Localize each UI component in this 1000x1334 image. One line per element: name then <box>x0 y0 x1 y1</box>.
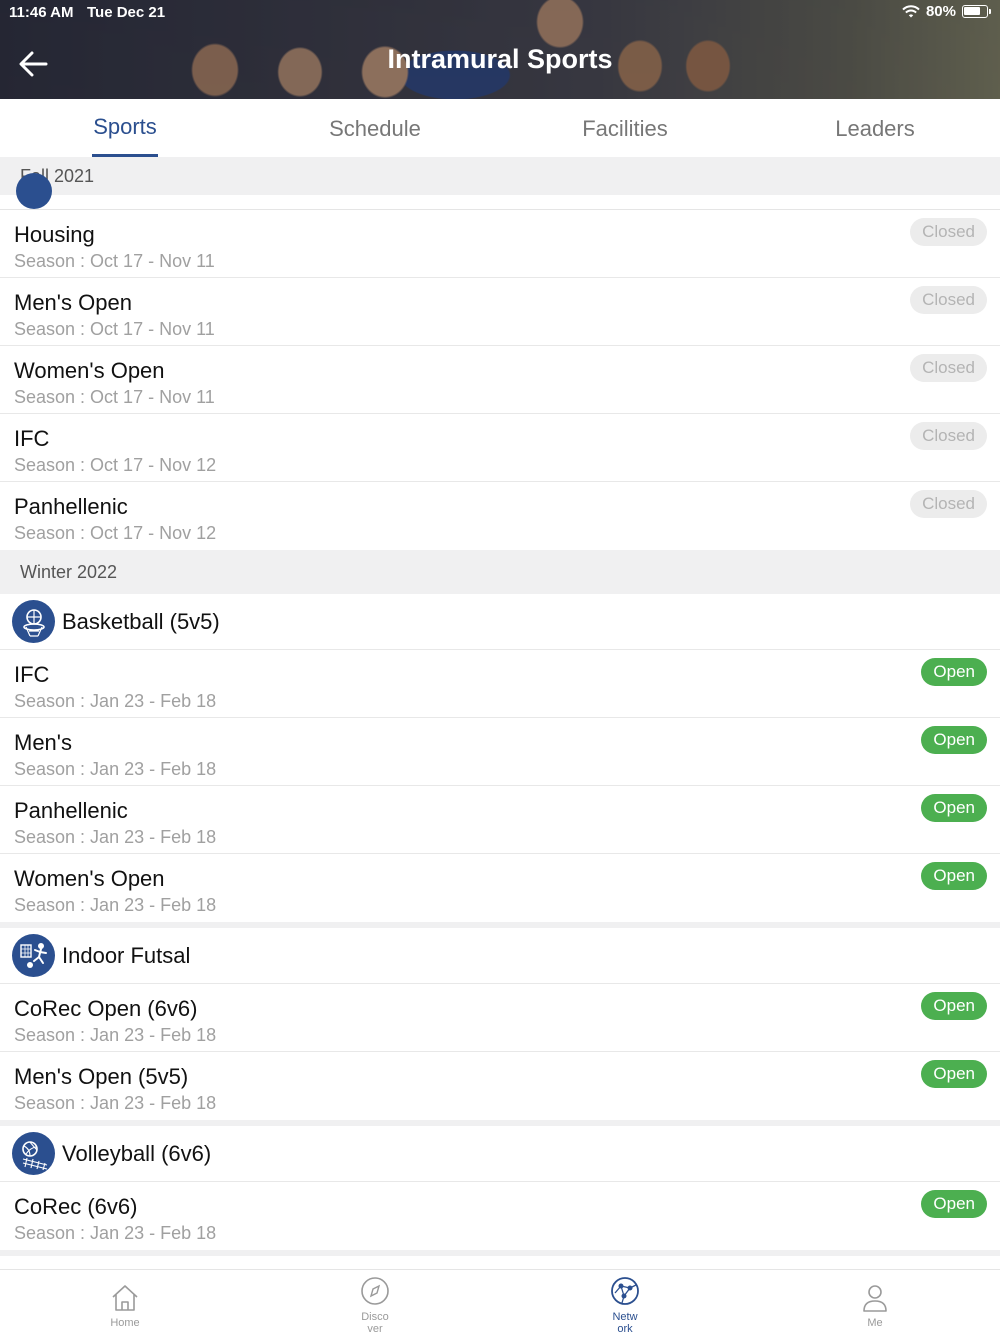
basketball-icon <box>12 600 55 643</box>
bottom-nav: Home Disco ver Netw ork Me <box>0 1269 1000 1334</box>
league-season: Season : Jan 23 - Feb 18 <box>14 691 217 711</box>
tab-label: Leaders <box>835 116 915 141</box>
wifi-icon <box>902 4 920 17</box>
league-name: Panhellenic <box>14 494 128 519</box>
sport-header-indoor-futsal[interactable]: Indoor Futsal <box>0 928 1000 984</box>
status-right: 80% <box>902 3 991 20</box>
status-date: Tue Dec 21 <box>87 4 166 21</box>
league-row[interactable]: Housing Season : Oct 17 - Nov 11 Closed <box>0 210 1000 278</box>
nav-me[interactable]: Me <box>750 1270 1000 1334</box>
tab-label: Sports <box>93 114 157 139</box>
league-row[interactable]: IFC Season : Jan 23 - Feb 18 Open <box>0 650 1000 718</box>
league-season: Season : Oct 17 - Nov 11 <box>14 387 215 407</box>
league-season: Season : Jan 23 - Feb 18 <box>14 759 217 779</box>
battery-percent: 80% <box>925 3 956 20</box>
status-badge: Closed <box>910 422 987 450</box>
league-row[interactable]: CoRec (6v6) Season : Jan 23 - Feb 18 Ope… <box>0 1182 1000 1250</box>
tab-label: Facilities <box>582 116 668 141</box>
league-season: Season : Oct 17 - Nov 11 <box>14 319 215 339</box>
league-name: Women's Open <box>14 358 165 383</box>
compass-icon <box>361 1277 389 1305</box>
status-badge: Open <box>921 862 987 890</box>
nav-label: Me <box>867 1317 883 1329</box>
league-season: Season : Jan 23 - Feb 18 <box>14 827 217 847</box>
sports-list[interactable]: Fall 2021 Housing Season : Oct 17 - Nov … <box>0 157 1000 1269</box>
sport-icon <box>16 173 52 209</box>
league-season: Season : Jan 23 - Feb 18 <box>14 1025 217 1045</box>
league-row[interactable]: Men's Open Season : Oct 17 - Nov 11 Clos… <box>0 278 1000 346</box>
league-row[interactable]: Panhellenic Season : Jan 23 - Feb 18 Ope… <box>0 786 1000 854</box>
league-season: Season : Jan 23 - Feb 18 <box>14 1093 217 1113</box>
league-name: IFC <box>14 662 50 687</box>
volleyball-icon <box>12 1132 55 1175</box>
tab-schedule[interactable]: Schedule <box>250 99 500 157</box>
status-badge: Closed <box>910 286 987 314</box>
person-icon <box>863 1285 887 1312</box>
league-name: Panhellenic <box>14 798 128 823</box>
status-badge: Open <box>921 992 987 1020</box>
league-row[interactable]: Women's Open Season : Oct 17 - Nov 11 Cl… <box>0 346 1000 414</box>
battery-icon <box>962 5 991 18</box>
tab-sports[interactable]: Sports <box>0 99 250 157</box>
status-badge: Open <box>921 658 987 686</box>
sport-header-volleyball[interactable]: Volleyball (6v6) <box>0 1126 1000 1182</box>
status-badge: Closed <box>910 218 987 246</box>
status-badge: Open <box>921 726 987 754</box>
league-season: Season : Oct 17 - Nov 12 <box>14 523 217 543</box>
tab-leaders[interactable]: Leaders <box>750 99 1000 157</box>
league-name: CoRec (6v6) <box>14 1194 138 1219</box>
league-name: Women's Open <box>14 866 165 891</box>
section-header-fall-2021: Fall 2021 <box>0 157 1000 195</box>
header-banner: 11:46 AM Tue Dec 21 80% Intramural Sport… <box>0 0 1000 99</box>
status-badge: Open <box>921 1060 987 1088</box>
sport-header-basketball[interactable]: Basketball (5v5) <box>0 594 1000 650</box>
nav-home[interactable]: Home <box>0 1270 250 1334</box>
status-badge: Open <box>921 794 987 822</box>
status-time: 11:46 AM <box>9 4 74 21</box>
tab-facilities[interactable]: Facilities <box>500 99 750 157</box>
page-title: Intramural Sports <box>387 44 613 74</box>
league-row[interactable]: Panhellenic Season : Oct 17 - Nov 12 Clo… <box>0 482 1000 550</box>
home-icon <box>112 1285 138 1311</box>
nav-discover[interactable]: Disco ver <box>250 1270 500 1334</box>
league-season: Season : Oct 17 - Nov 11 <box>14 251 215 271</box>
network-icon <box>611 1277 639 1305</box>
status-badge: Closed <box>910 490 987 518</box>
league-row[interactable]: Men's Season : Jan 23 - Feb 18 Open <box>0 718 1000 786</box>
league-name: Men's Open <box>14 290 132 315</box>
league-season: Season : Jan 23 - Feb 18 <box>14 895 217 915</box>
league-name: Men's <box>14 730 72 755</box>
league-row[interactable]: IFC Season : Oct 17 - Nov 12 Closed <box>0 414 1000 482</box>
league-name: Housing <box>14 222 95 247</box>
nav-network[interactable]: Netw ork <box>500 1270 750 1334</box>
league-name: IFC <box>14 426 50 451</box>
sport-name: Volleyball (6v6) <box>62 1141 212 1166</box>
league-season: Season : Jan 23 - Feb 18 <box>14 1223 217 1243</box>
league-row[interactable]: CoRec Open (6v6) Season : Jan 23 - Feb 1… <box>0 984 1000 1052</box>
league-name: Men's Open (5v5) <box>14 1064 189 1089</box>
status-badge: Open <box>921 1190 987 1218</box>
tab-bar: Sports Schedule Facilities Leaders <box>0 99 1000 157</box>
league-season: Season : Oct 17 - Nov 12 <box>14 455 217 475</box>
league-row[interactable]: Women's Open Season : Jan 23 - Feb 18 Op… <box>0 854 1000 922</box>
nav-label: Disco ver <box>361 1311 389 1334</box>
group-divider <box>0 1250 1000 1256</box>
sport-name: Indoor Futsal <box>62 943 191 968</box>
sport-name: Basketball (5v5) <box>62 609 220 634</box>
nav-label: Netw ork <box>612 1311 638 1334</box>
partial-sport-header <box>0 173 1000 210</box>
league-name: CoRec Open (6v6) <box>14 996 198 1021</box>
league-row[interactable]: Men's Open (5v5) Season : Jan 23 - Feb 1… <box>0 1052 1000 1120</box>
nav-label: Home <box>110 1317 140 1329</box>
tab-label: Schedule <box>329 116 421 141</box>
futsal-icon <box>12 934 55 977</box>
status-badge: Closed <box>910 354 987 382</box>
section-header-winter-2022: Winter 2022 <box>0 550 1000 594</box>
